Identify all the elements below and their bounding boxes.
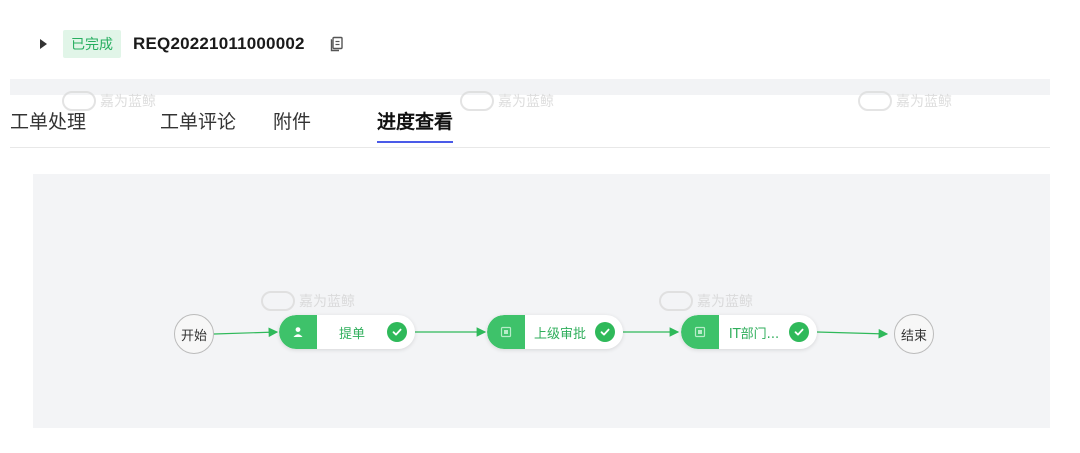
tab-progress-label: 进度查看 (377, 111, 454, 133)
flow-node-manager-approval[interactable]: 上级审批 (487, 315, 623, 349)
approval-icon (487, 315, 525, 349)
flow-start-node[interactable]: 开始 (174, 314, 214, 354)
flow-arrow (816, 328, 889, 339)
ticket-header: 已完成 REQ20221011000002 (36, 29, 345, 59)
user-icon (279, 315, 317, 349)
check-icon (387, 322, 407, 342)
tab-progress[interactable]: 进度查看 (377, 107, 454, 143)
expand-caret-icon[interactable] (40, 39, 47, 49)
tab-attachments[interactable]: 附件 (273, 107, 311, 143)
flow-node-label: 上级审批 (533, 326, 586, 342)
flow-node-it-department[interactable]: IT部门... (681, 315, 817, 349)
tab-ticket-comments[interactable]: 工单评论 (160, 107, 236, 143)
progress-flow-canvas: 嘉为蓝鲸 嘉为蓝鲸 开始 提单 上级审批 IT部门... 结束 (33, 174, 1050, 428)
check-icon (595, 322, 615, 342)
flow-end-node[interactable]: 结束 (894, 314, 934, 354)
flow-node-label: 提单 (338, 326, 365, 342)
flow-node-label: IT部门... (728, 326, 780, 342)
active-tab-underline (377, 141, 454, 143)
flow-node-submit[interactable]: 提单 (279, 315, 415, 349)
request-id: REQ20221011000002 (133, 34, 305, 53)
status-badge: 已完成 (63, 30, 121, 58)
check-icon (789, 322, 809, 342)
tab-ticket-processing[interactable]: 工单处理 (10, 107, 86, 143)
approval-icon (681, 315, 719, 349)
flow-arrow (213, 327, 279, 338)
header-divider-band (10, 79, 1050, 95)
flow-connectors (213, 327, 889, 339)
tab-bar: 工单处理 工单评论 附件 进度查看 (10, 95, 1050, 148)
copy-icon[interactable] (329, 36, 345, 52)
